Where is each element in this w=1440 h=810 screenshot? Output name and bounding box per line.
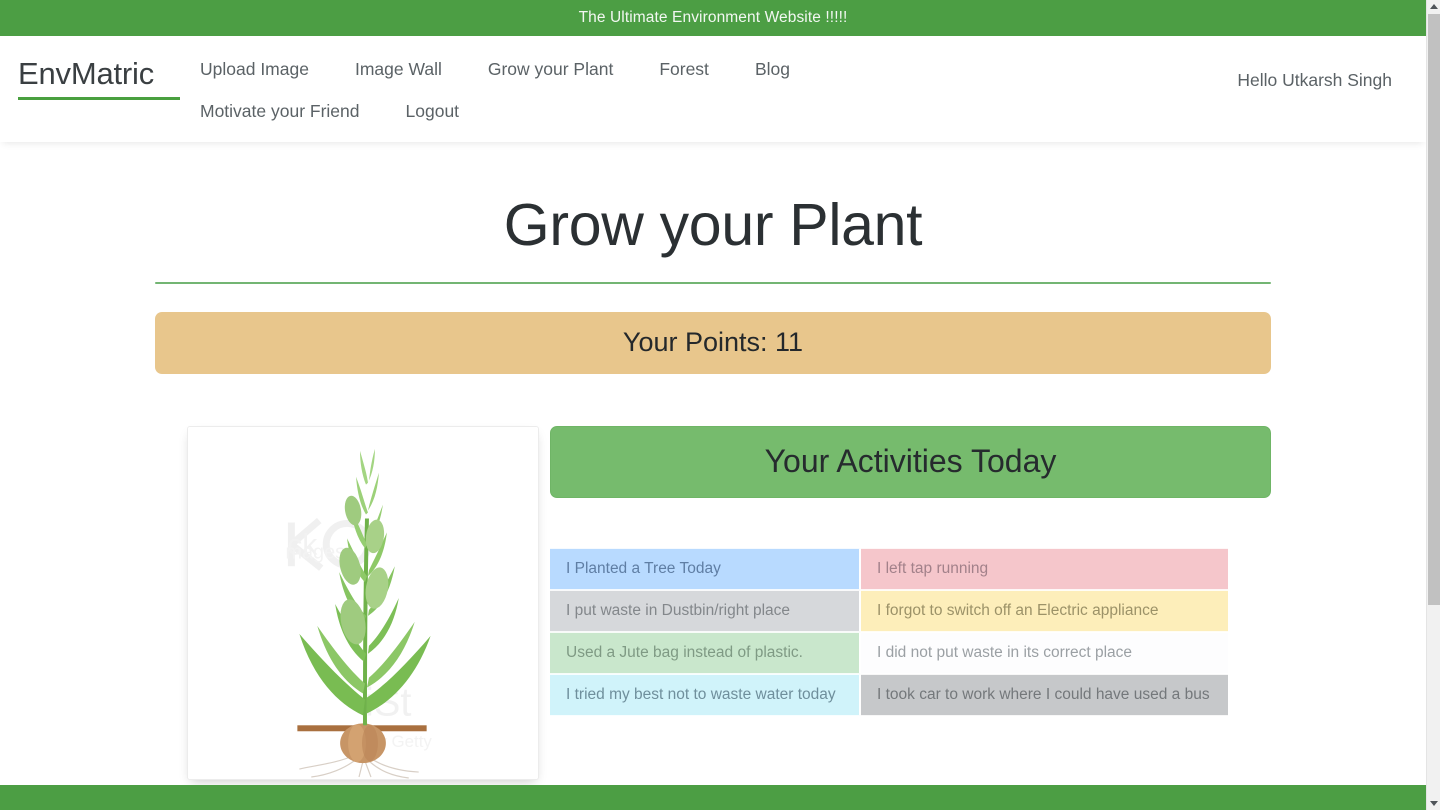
brand-logo[interactable]: EnvMatric [18, 58, 180, 100]
nav-item-motivate-your-friend[interactable]: Motivate your Friend [200, 90, 360, 132]
title-divider [155, 281, 1271, 284]
activity-positive-cell[interactable]: I Planted a Tree Today [550, 547, 861, 590]
table-row: I tried my best not to waste water today… [550, 673, 1228, 716]
nav-links: Upload Image Image Wall Grow your Plant … [200, 42, 960, 132]
nav-item-image-wall[interactable]: Image Wall [355, 48, 442, 90]
points-banner: Your Points: 11 [155, 311, 1271, 374]
table-row: I put waste in Dustbin/right place I for… [550, 589, 1228, 632]
plant-image-card: ck mages iSt by Getty [187, 425, 539, 780]
nav-item-blog[interactable]: Blog [755, 48, 790, 90]
announcement-bar: The Ultimate Environment Website !!!!! [0, 0, 1426, 36]
user-greeting: Hello Utkarsh Singh [1237, 70, 1392, 90]
activity-negative-cell[interactable]: I forgot to switch off an Electric appli… [861, 589, 1228, 632]
svg-text:mages: mages [285, 541, 345, 563]
content-container: Grow your Plant Your Points: 11 ck mages… [155, 170, 1271, 780]
main-row: ck mages iSt by Getty Your Activities To… [155, 425, 1271, 780]
points-text: Your Points: 11 [622, 327, 804, 358]
plant-illustration-icon: ck mages iSt by Getty [188, 426, 538, 779]
activity-negative-cell[interactable]: I did not put waste in its correct place [861, 631, 1228, 674]
scroll-down-arrow-icon[interactable] [1427, 797, 1440, 810]
vertical-scrollbar[interactable] [1426, 0, 1440, 810]
activity-negative-cell[interactable]: I took car to work where I could have us… [861, 673, 1228, 716]
activities-table: I Planted a Tree Today I left tap runnin… [550, 547, 1228, 716]
table-row: I Planted a Tree Today I left tap runnin… [550, 547, 1228, 590]
activities-column: Your Activities Today I Planted a Tree T… [550, 425, 1271, 780]
table-row: Used a Jute bag instead of plastic. I di… [550, 631, 1228, 674]
browser-viewport: The Ultimate Environment Website !!!!! E… [0, 0, 1440, 810]
activity-positive-cell[interactable]: I put waste in Dustbin/right place [550, 589, 861, 632]
activity-negative-cell[interactable]: I left tap running [861, 547, 1228, 590]
activities-header-text: Your Activities Today [764, 443, 1057, 480]
activities-header: Your Activities Today [550, 425, 1271, 498]
nav-item-logout[interactable]: Logout [406, 90, 460, 132]
activity-positive-cell[interactable]: Used a Jute bag instead of plastic. [550, 631, 861, 674]
nav-item-forest[interactable]: Forest [659, 48, 709, 90]
page-body: Grow your Plant Your Points: 11 ck mages… [0, 142, 1426, 780]
page-title: Grow your Plant [503, 192, 923, 258]
brand-container: EnvMatric [18, 42, 200, 100]
nav-item-grow-your-plant[interactable]: Grow your Plant [488, 48, 613, 90]
site-navbar: EnvMatric Upload Image Image Wall Grow y… [0, 36, 1426, 142]
scroll-up-arrow-icon[interactable] [1427, 0, 1440, 13]
announcement-text: The Ultimate Environment Website !!!!! [578, 9, 848, 26]
scrollbar-thumb[interactable] [1428, 14, 1440, 605]
nav-item-upload-image[interactable]: Upload Image [200, 48, 309, 90]
activity-positive-cell[interactable]: I tried my best not to waste water today [550, 673, 861, 716]
site-footer [0, 785, 1426, 810]
